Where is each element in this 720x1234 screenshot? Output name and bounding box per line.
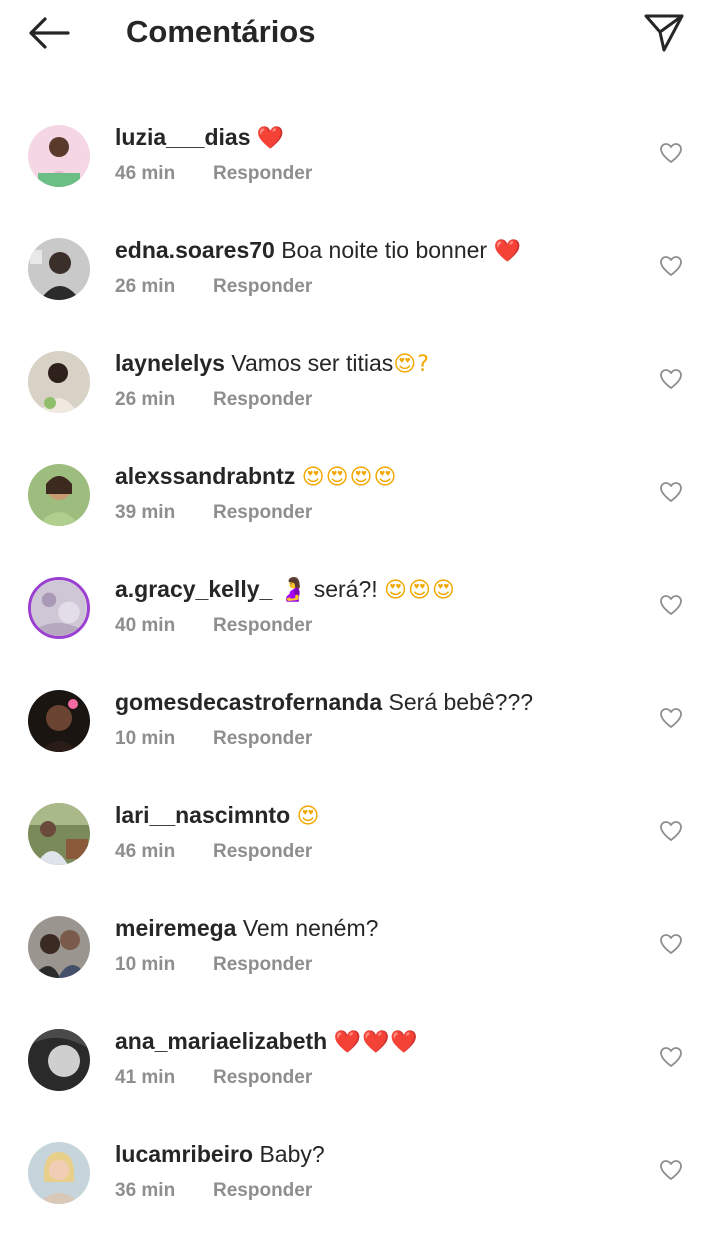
reply-button[interactable]: Responder [213,1065,312,1091]
comment-username[interactable]: a.gracy_kelly_ [115,576,272,602]
comment-emoji: 😍😍😍 [384,578,456,603]
avatar[interactable] [28,1029,90,1091]
heart-icon[interactable] [659,255,683,277]
avatar[interactable] [28,577,90,639]
avatar[interactable] [28,351,90,413]
comment-body: Será bebê??? [388,689,534,715]
reply-button[interactable]: Responder [213,839,312,865]
comment-row: laynelelys Vamos ser titias😍? 26 min Res… [0,326,720,439]
comment-emoji: ❤️❤️❤️ [333,1030,419,1055]
comment-meta: 39 min Responder [115,500,312,526]
comment-emoji: 😍😍😍😍 [301,465,398,490]
comment-time: 26 min [115,389,176,410]
avatar[interactable] [28,1142,90,1204]
comment-body: Boa noite tio bonner [281,237,488,263]
heart-icon[interactable] [659,1046,683,1068]
comment-list: luzia___dias ❤️ 46 min Responder edna.so… [0,100,720,1230]
reply-button[interactable]: Responder [213,952,312,978]
arrow-left-icon[interactable] [26,14,72,52]
comment-row: lari__nascimnto 😍 46 min Responder [0,778,720,891]
comment-meta: 36 min Responder [115,1178,312,1204]
comment-row: lucamribeiro Baby? 36 min Responder [0,1117,720,1230]
comment-username[interactable]: gomesdecastrofernanda [115,689,382,715]
comment-text: lucamribeiro Baby? [115,1139,325,1171]
comment-row: edna.soares70 Boa noite tio bonner ❤️ 26… [0,213,720,326]
heart-icon[interactable] [659,368,683,390]
comment-body: Baby? [259,1141,325,1167]
comment-time: 39 min [115,502,176,523]
comment-body: Vem neném? [242,915,379,941]
reply-button[interactable]: Responder [213,387,312,413]
comment-text: luzia___dias ❤️ [115,122,285,154]
comment-meta: 41 min Responder [115,1065,312,1091]
comment-body: Vamos ser titias [231,350,394,376]
comment-time: 10 min [115,954,176,975]
reply-button[interactable]: Responder [213,161,312,187]
comment-time: 40 min [115,615,176,636]
comment-time: 46 min [115,163,176,184]
comment-text: gomesdecastrofernanda Será bebê??? [115,687,533,719]
heart-icon[interactable] [659,1159,683,1181]
comment-username[interactable]: meiremega [115,915,236,941]
comment-emoji: 😍 [296,804,321,829]
heart-icon[interactable] [659,933,683,955]
heart-icon[interactable] [659,707,683,729]
comment-meta: 46 min Responder [115,839,312,865]
comment-row: luzia___dias ❤️ 46 min Responder [0,100,720,213]
avatar[interactable] [28,238,90,300]
reply-button[interactable]: Responder [213,500,312,526]
heart-icon[interactable] [659,481,683,503]
comment-time: 36 min [115,1180,176,1201]
comment-meta: 46 min Responder [115,161,312,187]
reply-button[interactable]: Responder [213,1178,312,1204]
comment-emoji: ❤️ [256,126,286,151]
heart-icon[interactable] [659,594,683,616]
comment-username[interactable]: alexssandrabntz [115,463,295,489]
comment-emoji: 😍? [393,352,430,377]
comment-row: meiremega Vem neném? 10 min Responder [0,891,720,1004]
comment-username[interactable]: laynelelys [115,350,225,376]
avatar[interactable] [28,125,90,187]
comment-meta: 26 min Responder [115,387,312,413]
page-title: Comentários [126,14,316,49]
comment-row: gomesdecastrofernanda Será bebê??? 10 mi… [0,665,720,778]
comment-row: ana_mariaelizabeth ❤️❤️❤️ 41 min Respond… [0,1004,720,1117]
heart-icon[interactable] [659,820,683,842]
comment-username[interactable]: ana_mariaelizabeth [115,1028,327,1054]
comment-time: 46 min [115,841,176,862]
comment-text: lari__nascimnto 😍 [115,800,320,832]
comment-emoji: ❤️ [493,239,522,264]
avatar[interactable] [28,690,90,752]
comment-time: 26 min [115,276,176,297]
reply-button[interactable]: Responder [213,726,312,752]
avatar[interactable] [28,916,90,978]
comment-text: alexssandrabntz 😍😍😍😍 [115,461,397,493]
reply-button[interactable]: Responder [213,274,312,300]
comment-username[interactable]: luzia___dias [115,124,251,150]
comment-body: 🤰 será?! [278,576,378,602]
comment-time: 10 min [115,728,176,749]
comment-meta: 10 min Responder [115,952,312,978]
comment-time: 41 min [115,1067,176,1088]
avatar[interactable] [28,803,90,865]
heart-icon[interactable] [659,142,683,164]
comment-text: a.gracy_kelly_ 🤰 será?! 😍😍😍 [115,574,456,606]
comment-text: ana_mariaelizabeth ❤️❤️❤️ [115,1026,419,1058]
comment-username[interactable]: lucamribeiro [115,1141,253,1167]
top-bar: Comentários [0,0,720,64]
comment-text: edna.soares70 Boa noite tio bonner ❤️ [115,235,522,267]
comment-username[interactable]: edna.soares70 [115,237,275,263]
comment-meta: 10 min Responder [115,726,312,752]
comment-row: a.gracy_kelly_ 🤰 será?! 😍😍😍 40 min Respo… [0,552,720,665]
comment-text: laynelelys Vamos ser titias😍? [115,348,430,380]
reply-button[interactable]: Responder [213,613,312,639]
comment-meta: 40 min Responder [115,613,312,639]
comment-row: alexssandrabntz 😍😍😍😍 39 min Responder [0,439,720,552]
comment-meta: 26 min Responder [115,274,312,300]
paper-plane-icon[interactable] [642,10,686,54]
comment-username[interactable]: lari__nascimnto [115,802,290,828]
avatar[interactable] [28,464,90,526]
comment-text: meiremega Vem neném? [115,913,378,945]
